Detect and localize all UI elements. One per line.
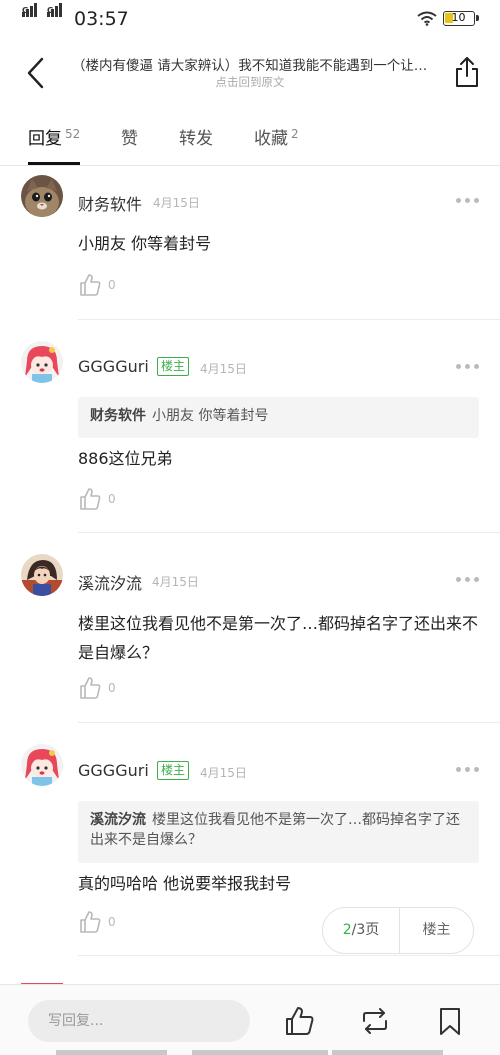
like-count: 0	[108, 681, 116, 695]
back-to-original-link[interactable]: 点击回到原文	[72, 74, 428, 90]
comment-username[interactable]: GGGGuri	[78, 761, 149, 780]
tab-label: 回复	[28, 129, 62, 149]
bookmark-icon	[440, 1008, 460, 1035]
quoted-text: 小朋友 你等着封号	[152, 408, 269, 424]
tab-label: 收藏	[254, 129, 288, 149]
op-only-button[interactable]: 楼主	[400, 908, 473, 953]
thumb-up-icon	[80, 911, 101, 933]
repost-button[interactable]	[359, 1005, 391, 1037]
quoted-username: 财务软件	[90, 408, 146, 424]
share-button[interactable]	[452, 55, 482, 89]
tab-count: 2	[291, 127, 299, 141]
thumb-up-icon	[80, 677, 101, 699]
like-count: 0	[108, 278, 116, 292]
comment-item: 财务软件 4月15日 小朋友 你等着封号 0	[0, 166, 500, 320]
battery-level: 10	[451, 11, 466, 24]
reply-input[interactable]	[28, 1000, 250, 1042]
tab-reposts[interactable]: 转发	[179, 124, 213, 149]
chevron-left-icon	[27, 57, 44, 89]
current-page: 2	[342, 922, 352, 938]
cat-avatar	[21, 175, 63, 217]
avatar[interactable]	[21, 175, 63, 217]
quoted-username: 溪流汐流	[90, 812, 146, 828]
wifi-icon	[417, 11, 437, 26]
more-options-button[interactable]	[456, 362, 480, 372]
comment-username[interactable]: GGGGuri	[78, 357, 149, 376]
more-options-button[interactable]	[456, 765, 480, 775]
comment-text: 小朋友 你等着封号	[78, 234, 212, 253]
tab-label: 赞	[121, 129, 138, 149]
repost-icon	[363, 1008, 387, 1034]
comment-date: 4月15日	[200, 766, 247, 780]
op-badge: 楼主	[157, 761, 190, 780]
tab-count: 52	[65, 127, 81, 141]
page-indicator[interactable]: 2/3页	[323, 908, 400, 953]
comment-date: 4月15日	[200, 362, 247, 376]
total-pages: /3页	[351, 922, 380, 938]
tab-replies[interactable]: 回复 52	[28, 124, 80, 149]
avatar[interactable]	[21, 341, 63, 383]
like-count: 0	[108, 915, 116, 929]
like-count: 0	[108, 492, 116, 506]
quoted-reply[interactable]: 溪流汐流 楼里这位我看见他不是第一次了…都码掉名字了还出来不是自爆么？	[78, 801, 479, 863]
tab-favorites[interactable]: 收藏 2	[254, 124, 299, 149]
thumb-up-icon	[80, 274, 101, 296]
quoted-reply[interactable]: 财务软件 小朋友 你等着封号	[78, 397, 479, 438]
cartoon-girl-avatar	[21, 341, 63, 383]
home-indicator	[56, 1050, 167, 1055]
comment-username[interactable]: 财务软件	[78, 191, 142, 215]
like-button[interactable]: 0	[79, 273, 129, 299]
thread-title[interactable]: （楼内有傻逼 请大家辨认）我不知道我能不能遇到一个让…	[72, 54, 438, 74]
active-tab-indicator	[28, 162, 80, 165]
thumb-up-icon	[80, 488, 101, 510]
status-time: 03:57	[74, 8, 129, 30]
status-bar: G G 03:57 10	[0, 0, 500, 40]
like-button[interactable]: 0	[79, 487, 129, 513]
thumb-up-icon	[286, 1007, 314, 1035]
comment-date: 4月15日	[152, 575, 199, 589]
battery-icon: 10	[443, 11, 479, 26]
divider	[78, 955, 500, 956]
like-post-button[interactable]	[284, 1005, 316, 1037]
home-indicator	[192, 1050, 328, 1055]
comment-username[interactable]: 溪流汐流	[78, 570, 142, 594]
avatar	[21, 976, 63, 984]
tab-likes[interactable]: 赞	[121, 124, 138, 149]
bottom-action-bar	[0, 984, 500, 1055]
avatar[interactable]	[21, 744, 63, 786]
comment-text: 真的吗哈哈 他说要举报我封号	[78, 874, 292, 893]
cartoon-girl-avatar	[21, 744, 63, 786]
back-button[interactable]	[24, 56, 50, 90]
more-options-button[interactable]	[456, 575, 480, 585]
avatar[interactable]	[21, 554, 63, 596]
comment-item: GGGGuri 楼主 4月15日 财务软件 小朋友 你等着封号 886这位兄弟 0	[0, 320, 500, 533]
tab-label: 转发	[179, 129, 213, 149]
like-button[interactable]: 0	[79, 676, 129, 702]
share-icon	[456, 57, 478, 87]
more-options-button[interactable]	[456, 196, 480, 206]
like-button[interactable]: 0	[79, 910, 129, 936]
favorite-button[interactable]	[434, 1005, 466, 1037]
comment-item: 溪流汐流 4月15日 楼里这位我看见他不是第一次了…都码掉名字了还出来不是自爆么…	[0, 533, 500, 723]
comment-date: 4月15日	[153, 196, 200, 210]
anime-avatar	[21, 554, 63, 596]
tab-bar: 回复 52 赞 转发 收藏 2	[0, 122, 500, 166]
page-navigator: 2/3页 楼主	[322, 907, 474, 954]
home-indicator	[332, 1050, 443, 1055]
op-badge: 楼主	[157, 357, 190, 376]
comment-text: 楼里这位我看见他不是第一次了…都码掉名字了还出来不是自爆么？	[78, 614, 479, 662]
comment-text: 886这位兄弟	[78, 449, 173, 468]
